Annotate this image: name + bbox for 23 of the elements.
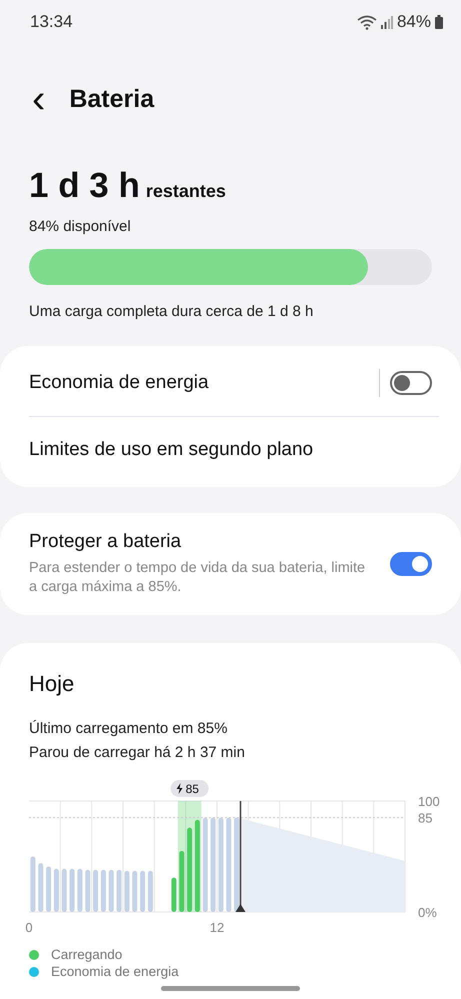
full-charge-text: Uma carga completa dura cerca de 1 d 8 h bbox=[29, 303, 314, 320]
setting-label[interactable]: Limites de uso em segundo plano bbox=[29, 439, 314, 461]
page-title: Bateria bbox=[69, 84, 154, 114]
back-button[interactable]: ‹ bbox=[28, 79, 50, 119]
legend-label: Carregando bbox=[51, 947, 122, 962]
setting-label[interactable]: Economia de energia bbox=[29, 372, 209, 394]
stopped-text: Parou de carregar há 2 h 37 min bbox=[29, 743, 246, 763]
axis-label: 0 bbox=[25, 920, 33, 935]
legend-label: Economia de energia bbox=[51, 964, 179, 979]
section-title: Hoje bbox=[28, 671, 76, 697]
battery-percent: 84% bbox=[396, 12, 431, 32]
time-remaining: 1 d 3 h bbox=[29, 166, 140, 206]
status-time: 13:34 bbox=[30, 12, 73, 32]
axis-label: 0% bbox=[418, 905, 437, 920]
axis-label: 85 bbox=[418, 810, 432, 826]
available-text: 84% disponível bbox=[29, 218, 132, 235]
axis-label: 12 bbox=[210, 920, 224, 935]
setting-description: Para estender o tempo de vida da sua bateria, limite a carga máxima a 85%. bbox=[29, 559, 366, 597]
charge-badge: 85 bbox=[170, 780, 209, 797]
last-charge-text: Último carregamento em 85% bbox=[29, 719, 228, 739]
axis-label: 100 bbox=[418, 794, 440, 809]
remaining-label: restantes bbox=[146, 181, 226, 202]
setting-label[interactable]: Proteger a bateria bbox=[29, 531, 376, 553]
